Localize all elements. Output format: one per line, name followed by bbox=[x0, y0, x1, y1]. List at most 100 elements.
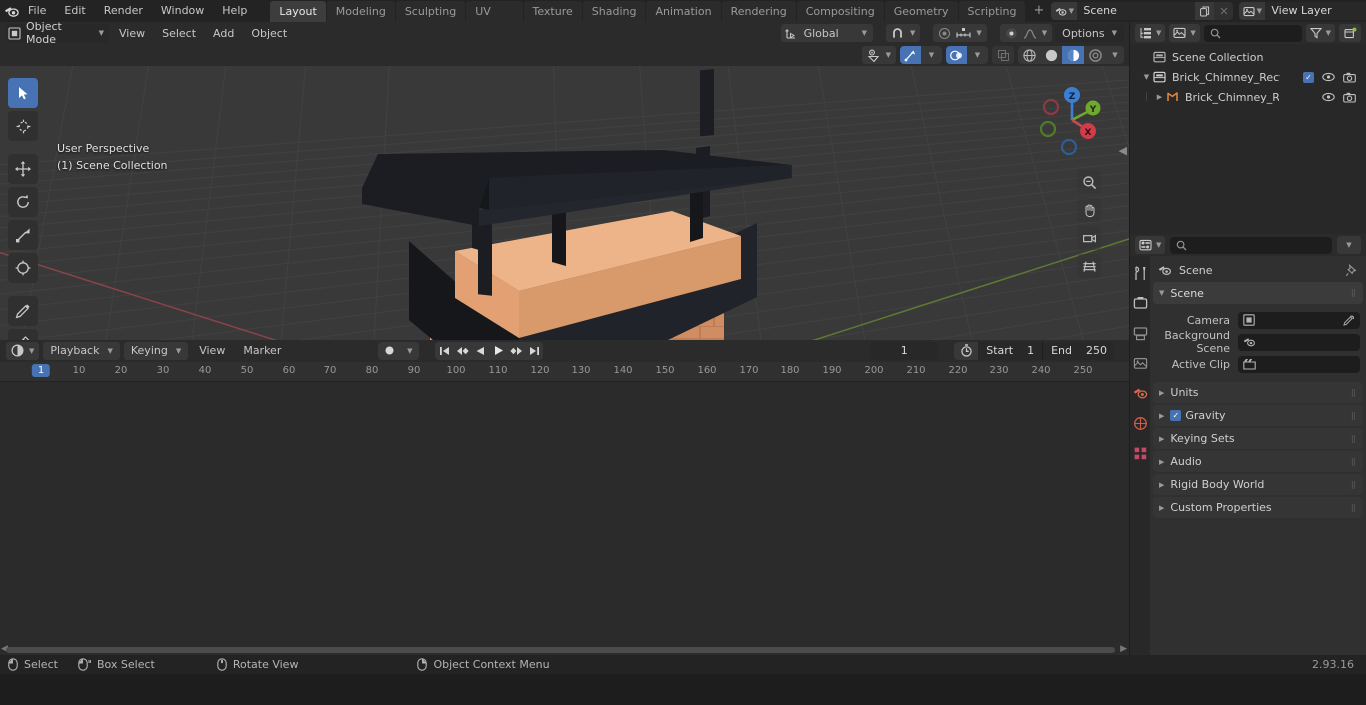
view-layer-selector[interactable]: ▼ View Layer bbox=[1239, 2, 1366, 20]
previous-keyframe-icon[interactable] bbox=[453, 342, 471, 360]
annotate-tool[interactable] bbox=[8, 296, 38, 326]
timeline-menu-view[interactable]: View bbox=[192, 342, 232, 360]
properties-tab-scene[interactable] bbox=[1131, 384, 1149, 402]
snapping-toggle[interactable]: ▼ bbox=[885, 24, 921, 42]
current-frame-field[interactable]: 1 bbox=[870, 341, 939, 360]
properties-editor-type[interactable]: ▼ bbox=[1135, 236, 1166, 254]
zoom-icon[interactable] bbox=[1077, 170, 1101, 194]
start-frame-field[interactable]: Start 1 bbox=[978, 342, 1042, 360]
panel-audio[interactable]: ▶ Audio ⣿ bbox=[1153, 451, 1363, 472]
navigation-gizmo[interactable]: Z Y X bbox=[1033, 81, 1111, 159]
tab-uv-editing[interactable]: UV Editing bbox=[466, 0, 523, 39]
record-icon[interactable] bbox=[378, 342, 400, 360]
falloff-group[interactable]: ▼ bbox=[999, 24, 1053, 42]
outliner-search-input[interactable] bbox=[1203, 24, 1302, 42]
properties-tab-render[interactable] bbox=[1131, 294, 1149, 312]
options-dropdown[interactable]: Options ▼ bbox=[1055, 24, 1124, 42]
new-scene-button[interactable] bbox=[1195, 2, 1215, 20]
collection-checkbox[interactable]: ✓ bbox=[1303, 71, 1314, 83]
transform-orientation-selector[interactable]: Global ▼ bbox=[780, 24, 873, 42]
panel-keying-sets[interactable]: ▶ Keying Sets ⣿ bbox=[1153, 428, 1363, 449]
outliner-display-mode[interactable]: ▼ bbox=[1169, 24, 1200, 42]
active-clip-input[interactable] bbox=[1238, 355, 1360, 373]
properties-search-input[interactable] bbox=[1170, 236, 1332, 254]
playhead[interactable]: 1 bbox=[31, 363, 51, 377]
timeline-horizontal-scrollbar[interactable] bbox=[6, 647, 1115, 653]
viewport-menu-select[interactable]: Select bbox=[155, 24, 203, 42]
viewport-menu-add[interactable]: Add bbox=[206, 24, 241, 42]
add-workspace-button[interactable]: + bbox=[1026, 1, 1051, 22]
camera-icon[interactable] bbox=[1343, 72, 1356, 83]
menu-window[interactable]: Window bbox=[152, 1, 213, 21]
scale-tool[interactable] bbox=[8, 220, 38, 250]
properties-tab-view-layer[interactable] bbox=[1131, 354, 1149, 372]
scene-selector[interactable]: ▼ Scene bbox=[1051, 2, 1234, 20]
properties-tab-output[interactable] bbox=[1131, 324, 1149, 342]
outliner-row-scene-collection[interactable]: Scene Collection bbox=[1130, 47, 1366, 67]
menu-render[interactable]: Render bbox=[95, 1, 152, 21]
view-layer-name[interactable]: View Layer bbox=[1265, 2, 1366, 20]
playback-dropdown[interactable]: Playback ▼ bbox=[43, 341, 120, 360]
camera-icon[interactable] bbox=[1343, 92, 1356, 103]
next-keyframe-icon[interactable] bbox=[507, 342, 525, 360]
shading-material-preview[interactable] bbox=[1062, 46, 1084, 64]
new-collection-icon[interactable] bbox=[1339, 24, 1361, 42]
disclosure-triangle-closed[interactable]: ▶ bbox=[1153, 93, 1166, 101]
move-tool[interactable] bbox=[8, 154, 38, 184]
3d-viewport[interactable]: User Perspective (1) Scene Collection Z … bbox=[0, 66, 1129, 340]
pin-icon[interactable] bbox=[1345, 263, 1358, 277]
shading-dropdown[interactable]: ▼ bbox=[1106, 46, 1124, 64]
unlink-scene-button[interactable] bbox=[1214, 2, 1234, 20]
interaction-mode-selector[interactable]: Object Mode ▼ bbox=[5, 20, 109, 46]
overlays-toggle[interactable] bbox=[946, 46, 967, 64]
outliner-row-collection[interactable]: ▼ Brick_Chimney_Rectangular_ ✓ bbox=[1130, 67, 1366, 87]
outliner-editor-type[interactable]: ▼ bbox=[1135, 24, 1166, 42]
proportional-editing-group[interactable]: ▼ bbox=[933, 24, 987, 42]
camera-input[interactable] bbox=[1238, 311, 1360, 329]
tab-shading[interactable]: Shading bbox=[582, 0, 646, 22]
tab-geometry-nodes[interactable]: Geometry Nodes bbox=[884, 0, 958, 39]
panel-units[interactable]: ▶ Units ⣿ bbox=[1153, 382, 1363, 403]
eye-icon[interactable] bbox=[1322, 72, 1335, 82]
gizmo-toggle[interactable] bbox=[900, 46, 921, 64]
tab-layout[interactable]: Layout bbox=[270, 0, 326, 22]
scene-name[interactable]: Scene bbox=[1077, 2, 1196, 20]
shading-solid[interactable] bbox=[1040, 46, 1062, 64]
blender-logo-icon[interactable] bbox=[4, 1, 19, 21]
panel-custom-properties[interactable]: ▶ Custom Properties ⣿ bbox=[1153, 497, 1363, 518]
jump-to-end-icon[interactable] bbox=[525, 342, 543, 360]
auto-key-dropdown[interactable]: ▼ bbox=[400, 342, 419, 360]
tab-compositing[interactable]: Compositing bbox=[796, 0, 884, 22]
tab-animation[interactable]: Animation bbox=[646, 0, 721, 22]
rotate-tool[interactable] bbox=[8, 187, 38, 217]
properties-tab-world[interactable] bbox=[1131, 414, 1149, 432]
timeline-body[interactable]: ◀ ▶ bbox=[0, 381, 1129, 655]
tab-rendering[interactable]: Rendering bbox=[721, 0, 796, 22]
menu-help[interactable]: Help bbox=[213, 1, 256, 21]
timeline-menu-marker[interactable]: Marker bbox=[236, 342, 288, 360]
play-reverse-icon[interactable] bbox=[471, 342, 489, 360]
overlays-dropdown[interactable]: ▼ bbox=[967, 46, 988, 64]
menu-edit[interactable]: Edit bbox=[55, 1, 94, 21]
timeline-ruler[interactable]: 1 10 20 30 40 50 60 70 80 90 100 110 120… bbox=[0, 361, 1129, 382]
gravity-checkbox[interactable]: ✓ bbox=[1170, 410, 1182, 421]
properties-tab-tool[interactable] bbox=[1131, 264, 1149, 282]
play-icon[interactable] bbox=[489, 342, 507, 360]
outliner-row-object[interactable]: │ ▶ Brick_Chimney_Rectangu bbox=[1130, 87, 1366, 107]
tab-texture-paint[interactable]: Texture Paint bbox=[523, 0, 582, 39]
properties-options-dropdown[interactable]: ▼ bbox=[1337, 236, 1361, 254]
viewport-menu-view[interactable]: View bbox=[112, 24, 152, 42]
tab-sculpting[interactable]: Sculpting bbox=[395, 0, 466, 22]
object-visibility-dropdown[interactable]: ▼ bbox=[861, 46, 896, 64]
sidebar-collapse-icon[interactable]: ◀ bbox=[1119, 144, 1127, 157]
background-scene-input[interactable] bbox=[1238, 333, 1360, 351]
gizmo-dropdown[interactable]: ▼ bbox=[921, 46, 942, 64]
measure-tool[interactable] bbox=[8, 329, 38, 340]
toggle-ortho-icon[interactable] bbox=[1077, 254, 1101, 278]
panel-rigid-body-world[interactable]: ▶ Rigid Body World ⣿ bbox=[1153, 474, 1363, 495]
tab-scripting[interactable]: Scripting bbox=[958, 0, 1026, 22]
scene-panel-header[interactable]: ▼ Scene ⣿ bbox=[1153, 282, 1363, 304]
cursor-tool[interactable] bbox=[8, 111, 38, 141]
disclosure-triangle-open[interactable]: ▼ bbox=[1140, 73, 1153, 81]
pan-hand-icon[interactable] bbox=[1077, 198, 1101, 222]
